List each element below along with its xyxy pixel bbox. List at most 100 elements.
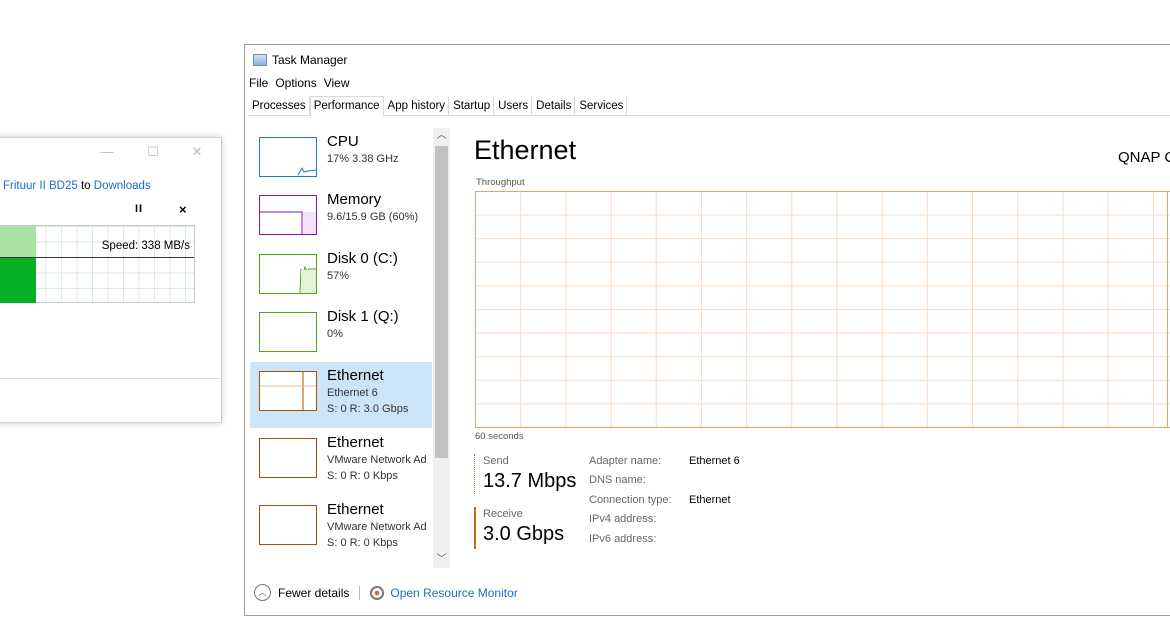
scroll-thumb[interactable] [435, 146, 448, 458]
receive-stat: Receive 3.0 Gbps [474, 507, 564, 549]
disk0-thumbnail [259, 254, 317, 294]
property-row: IPv6 address: [589, 532, 740, 551]
ethernet6-sparkline [260, 372, 316, 410]
list-item-ethernet-vmware-1[interactable]: Ethernet VMware Network Ad S: 0 R: 0 Kbp… [250, 429, 432, 495]
throughput-label: Throughput [476, 177, 525, 188]
menu-view[interactable]: View [324, 76, 350, 90]
copy-progress-fill-light [0, 226, 36, 257]
list-item-name: CPU [327, 133, 359, 150]
list-scrollbar[interactable]: ︿ ﹀ [433, 128, 450, 568]
window-title: Task Manager [253, 53, 347, 67]
tab-startup[interactable]: Startup [449, 96, 495, 116]
copy-divider [0, 378, 221, 379]
list-item-detail: 17% 3.38 GHz [327, 153, 399, 165]
list-item-name: Memory [327, 191, 382, 208]
property-key: Connection type: [589, 493, 672, 506]
list-item-disk1[interactable]: Disk 1 (Q:) 0% [250, 303, 432, 369]
footer: ︿ Fewer details Open Resource Monitor [254, 584, 518, 601]
send-value: 13.7 Mbps [483, 470, 577, 492]
list-item-throughput: S: 0 R: 0 Kbps [327, 537, 398, 549]
menu-file[interactable]: File [249, 76, 268, 90]
resource-list: CPU 17% 3.38 GHz Memory 9.6/15.9 GB (60%… [250, 128, 434, 568]
open-resource-monitor-link[interactable]: Open Resource Monitor [390, 586, 517, 600]
cpu-thumbnail [259, 137, 317, 177]
ethernet-vmware2-thumbnail [259, 505, 317, 545]
send-label: Send [483, 455, 509, 467]
copy-speed-graph: Speed: 338 MB/s [0, 225, 195, 303]
ethernet-vmware1-thumbnail [259, 438, 317, 478]
tab-details[interactable]: Details [532, 96, 576, 116]
window-title-text: Task Manager [272, 53, 348, 67]
list-item-name: Disk 1 (Q:) [327, 308, 399, 325]
close-icon[interactable]: ✕ [187, 144, 207, 160]
property-row: Connection type: Ethernet [589, 493, 740, 512]
file-copy-dialog: — ☐ ✕ Frituur II BD25 to Downloads II × … [0, 137, 222, 423]
tab-services[interactable]: Services [575, 96, 628, 116]
pause-button[interactable]: II [135, 203, 143, 215]
resource-monitor-icon [370, 585, 385, 600]
list-item-throughput: S: 0 R: 3.0 Gbps [327, 403, 409, 415]
tab-processes[interactable]: Processes [248, 96, 310, 116]
property-row: IPv4 address: [589, 512, 740, 531]
disk1-thumbnail [259, 312, 317, 352]
list-item-name: Ethernet [327, 434, 384, 451]
receive-value: 3.0 Gbps [483, 523, 565, 545]
ethernet6-thumbnail [259, 371, 317, 411]
list-item-detail: VMware Network Ad [327, 521, 427, 533]
copy-description: Frituur II BD25 to Downloads [3, 180, 151, 192]
list-item-name: Ethernet [327, 367, 384, 384]
property-key: IPv6 address: [589, 532, 657, 545]
copy-dialog-titlebar: — ☐ ✕ [0, 138, 221, 168]
cpu-sparkline [297, 166, 317, 176]
list-item-cpu[interactable]: CPU 17% 3.38 GHz [250, 128, 432, 194]
menu-options[interactable]: Options [275, 76, 316, 90]
copy-source-link[interactable]: Frituur II BD25 [3, 180, 78, 192]
list-item-detail: 9.6/15.9 GB (60%) [327, 211, 419, 223]
property-value: Ethernet [689, 493, 731, 506]
list-item-detail: VMware Network Ad [327, 454, 427, 466]
tab-users[interactable]: Users [494, 96, 533, 116]
send-stat: Send 13.7 Mbps [474, 454, 576, 494]
copy-destination-link[interactable]: Downloads [94, 180, 151, 192]
adapter-properties: Adapter name: Ethernet 6 DNS name: Conne… [589, 454, 740, 551]
list-item-ethernet-6[interactable]: Ethernet Ethernet 6 S: 0 R: 3.0 Gbps [250, 362, 432, 428]
scroll-down-icon[interactable]: ﹀ [433, 552, 450, 568]
property-row: Adapter name: Ethernet 6 [589, 454, 740, 473]
list-item-memory[interactable]: Memory 9.6/15.9 GB (60%) [250, 186, 432, 252]
list-item-disk0[interactable]: Disk 0 (C:) 57% [250, 245, 432, 311]
list-item-detail: 0% [327, 328, 343, 340]
task-manager-window: Task Manager File Options View Processes… [244, 44, 1170, 616]
copy-speed-line [0, 257, 194, 258]
time-axis-label: 60 seconds [475, 431, 524, 442]
list-item-throughput: S: 0 R: 0 Kbps [327, 470, 398, 482]
property-key: Adapter name: [589, 455, 662, 467]
minimize-icon[interactable]: — [97, 144, 117, 159]
adapter-description: QNAP C [1118, 149, 1170, 166]
list-item-detail: Ethernet 6 [327, 387, 378, 399]
copy-connector: to [77, 180, 94, 192]
copy-speed-text: Speed: 338 MB/s [101, 240, 190, 252]
fewer-details-button[interactable]: Fewer details [278, 586, 349, 600]
list-item-detail: 57% [327, 270, 350, 282]
copy-progress-fill [0, 257, 36, 303]
disk0-sparkline [299, 265, 316, 294]
property-row: DNS name: [589, 473, 740, 492]
footer-divider [359, 585, 361, 600]
list-item-ethernet-vmware-2[interactable]: Ethernet VMware Network Ad S: 0 R: 0 Kbp… [250, 496, 432, 562]
maximize-icon[interactable]: ☐ [143, 144, 163, 160]
memory-sparkline [260, 211, 316, 234]
throughput-graph [475, 191, 1170, 428]
property-value: Ethernet 6 [689, 455, 740, 467]
throughput-graph-trace [1167, 191, 1168, 428]
menu-bar: File Options View [249, 76, 357, 90]
tab-performance[interactable]: Performance [309, 96, 384, 117]
tab-bar: Processes Performance App history Startu… [248, 96, 1170, 117]
list-item-name: Disk 0 (C:) [327, 250, 398, 267]
property-key: DNS name: [589, 474, 646, 487]
list-item-name: Ethernet [327, 501, 384, 518]
cancel-copy-button[interactable]: × [179, 202, 187, 217]
tab-app-history[interactable]: App history [384, 96, 450, 116]
chevron-up-icon[interactable]: ︿ [254, 584, 271, 601]
detail-title: Ethernet [474, 135, 577, 165]
scroll-up-icon[interactable]: ︿ [433, 128, 450, 144]
